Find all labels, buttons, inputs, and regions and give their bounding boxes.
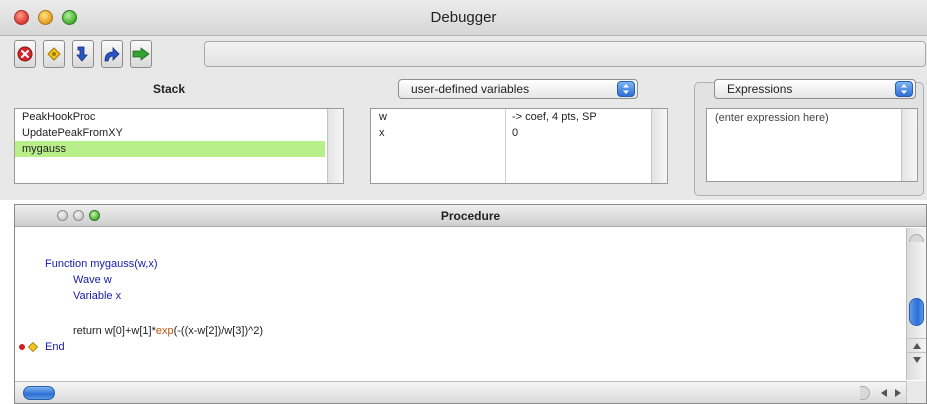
stack-scrollbar[interactable] [327,109,343,183]
variables-scope-value: user-defined variables [411,82,530,96]
stop-button[interactable] [14,40,36,68]
code-line: Variable x [73,290,122,302]
vertical-scroll-thumb[interactable] [909,298,924,326]
stack-item-updatepeakfromxy[interactable]: UpdatePeakFromXY [15,125,325,141]
expressions-select-value: Expressions [727,82,793,96]
step-button[interactable] [43,40,65,68]
scroll-up-button[interactable] [907,338,926,352]
go-button[interactable] [130,40,152,68]
go-arrow-icon [132,47,150,61]
variable-name: x [379,127,385,139]
code-segment: (-((x-w[2])/w[3])^2) [173,325,264,337]
step-out-button[interactable] [101,40,123,68]
scroll-left-button[interactable] [877,386,891,400]
current-line-diamond-icon [28,342,38,352]
code-line: Function mygauss(w,x) [45,258,158,270]
scroll-right-button[interactable] [891,386,905,400]
code-line: Wave w [73,274,112,286]
scroll-down-button[interactable] [907,352,926,366]
upper-panes: Stack PeakHookProc UpdatePeakFromXY myga… [0,76,927,200]
procedure-window: Procedure Function mygauss(w,x) Wave w V… [14,204,927,404]
procedure-title-bar[interactable]: Procedure [15,205,926,227]
expressions-list[interactable]: (enter expression here) [706,108,918,182]
stack-title: Stack [152,82,186,96]
step-into-button[interactable] [72,40,94,68]
stop-icon [17,46,33,62]
stack-item-peakhookproc[interactable]: PeakHookProc [15,109,325,125]
procedure-vertical-scrollbar[interactable] [906,228,926,380]
triangle-right-icon [895,389,901,397]
status-field [204,41,926,67]
variables-scrollbar[interactable] [651,109,667,183]
triangle-up-icon [913,342,921,349]
code-builtin: exp [155,325,174,337]
expressions-select[interactable]: Expressions [714,79,916,99]
code-segment: return w[0]+w[1]* [73,325,156,337]
triangle-left-icon [881,389,887,397]
stack-list[interactable]: PeakHookProc UpdatePeakFromXY mygauss [14,108,344,184]
title-bar[interactable]: Debugger [0,0,927,36]
select-arrows-icon [895,81,913,97]
procedure-horizontal-scrollbar[interactable] [15,381,926,403]
select-arrows-icon [617,81,635,97]
triangle-down-icon [913,356,921,363]
variables-list[interactable]: w -> coef, 4 pts, SP x 0 [370,108,668,184]
table-row[interactable]: w -> coef, 4 pts, SP [371,109,667,125]
window-title: Debugger [430,9,497,26]
scroll-track-cap [860,386,870,400]
breakpoint-marker[interactable] [19,341,38,353]
horizontal-scroll-thumb[interactable] [23,386,55,400]
scroll-track-cap [909,234,924,242]
code-line: End [45,341,65,353]
code-line-current: return w[0]+w[1]*exp(-((x-w[2])/w[3])^2) [73,325,263,337]
expressions-scrollbar[interactable] [901,109,917,181]
variables-scope-select[interactable]: user-defined variables [398,79,638,99]
resize-grip[interactable] [906,381,926,403]
step-out-arrow-icon [104,47,120,62]
toolbar [0,36,927,76]
yellow-diamond-icon [47,47,61,61]
table-row[interactable]: x 0 [371,125,667,141]
variable-value: 0 [512,127,519,139]
breakpoint-dot-icon [19,344,25,350]
code-editor[interactable]: Function mygauss(w,x) Wave w Variable x … [15,228,907,376]
expression-input[interactable]: (enter expression here) [715,112,829,124]
variable-value: -> coef, 4 pts, SP [512,111,597,123]
procedure-title: Procedure [440,209,501,223]
variable-name: w [379,111,387,123]
stack-item-mygauss[interactable]: mygauss [15,141,325,157]
step-into-arrow-icon [76,46,88,62]
